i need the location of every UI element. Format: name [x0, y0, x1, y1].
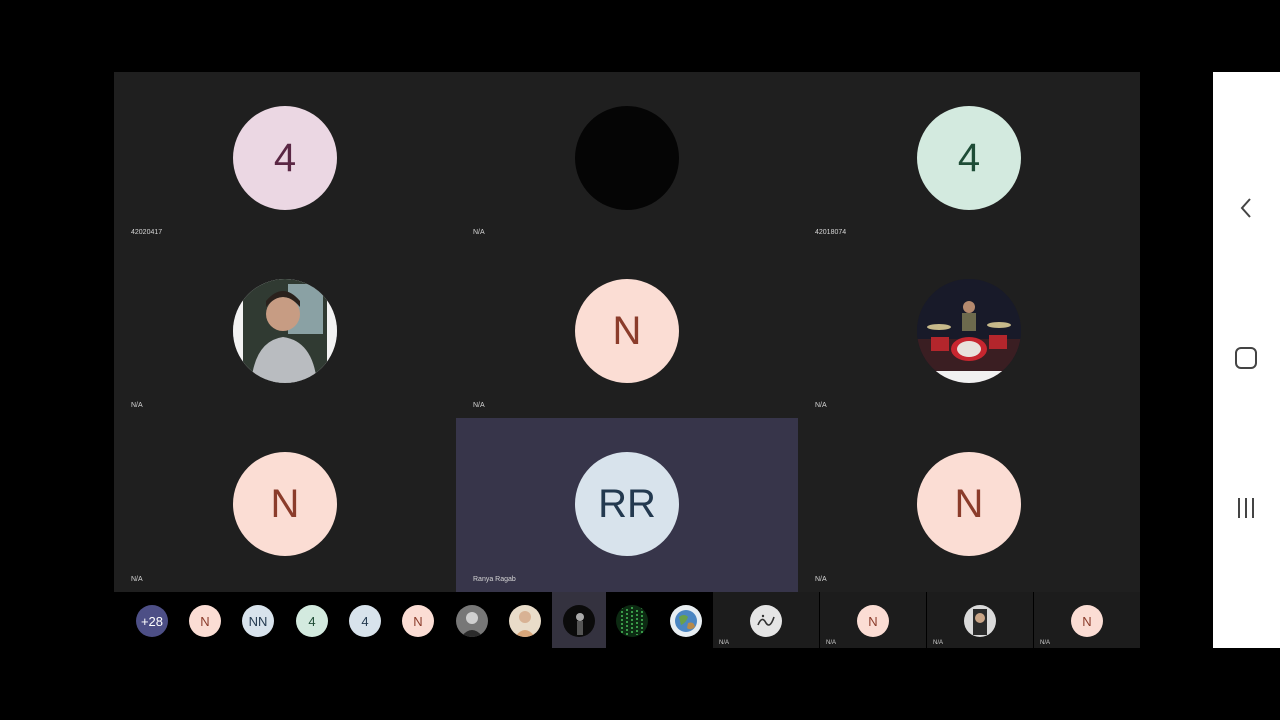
strip-avatar: N: [1071, 605, 1103, 637]
participant-avatar-photo: [575, 106, 679, 210]
participant-name: 42020417: [131, 229, 163, 236]
participant-tile[interactable]: N N/A: [456, 245, 798, 418]
participant-strip: +28 N NN 4 4 N N/A N N/A N/A N N/A: [114, 592, 1140, 648]
participant-name: 42018074: [815, 229, 847, 236]
participant-grid: 4 42020417 N/A 4 42018074 N/A N N/A N/A …: [114, 72, 1140, 592]
strip-participant-tile[interactable]: N N/A: [1034, 592, 1140, 648]
participant-name: N/A: [473, 402, 485, 409]
person-photo-icon: [973, 609, 987, 635]
strip-participant-name: N/A: [719, 640, 730, 646]
strip-participant-tile[interactable]: N N/A: [820, 592, 926, 648]
strip-participant-tile[interactable]: N/A: [713, 592, 819, 648]
participant-name: N/A: [131, 402, 143, 409]
android-navigation-bar: [1213, 72, 1280, 648]
person-photo-icon: [233, 279, 337, 383]
participant-name: N/A: [131, 576, 143, 583]
strip-participant-name: N/A: [933, 640, 944, 646]
participant-name: N/A: [815, 576, 827, 583]
globe-photo-icon: [675, 610, 697, 632]
strip-avatar: N: [857, 605, 889, 637]
more-participants-button[interactable]: +28: [136, 605, 168, 637]
strip-avatar-photo[interactable]: [616, 605, 648, 637]
strip-avatar[interactable]: 4: [296, 605, 328, 637]
participant-avatar-photo: [917, 279, 1021, 383]
recents-icon[interactable]: [1231, 493, 1261, 523]
strip-avatar-photo[interactable]: [456, 605, 488, 637]
strip-participant-name: N/A: [826, 640, 837, 646]
person-photo-icon: [461, 612, 483, 637]
participant-avatar: RR: [575, 452, 679, 556]
participant-name: N/A: [473, 229, 485, 236]
participant-avatar: N: [233, 452, 337, 556]
active-speaker-tile[interactable]: RR Ranya Ragab: [456, 418, 798, 592]
participant-tile[interactable]: N N/A: [798, 418, 1140, 592]
calligraphy-photo-icon: [757, 614, 775, 626]
participant-tile[interactable]: N N/A: [114, 418, 456, 592]
strip-avatar[interactable]: N: [189, 605, 221, 637]
participant-avatar: N: [575, 279, 679, 383]
strip-avatar-photo: [964, 605, 996, 637]
home-icon[interactable]: [1231, 343, 1261, 373]
participant-avatar-photo: [233, 279, 337, 383]
matrix-photo-icon: [621, 607, 643, 635]
strip-participant-tile[interactable]: N/A: [927, 592, 1033, 648]
participant-avatar: 4: [233, 106, 337, 210]
strip-avatar-photo[interactable]: [509, 605, 541, 637]
strip-avatar[interactable]: NN: [242, 605, 274, 637]
participant-tile[interactable]: N/A: [114, 245, 456, 418]
participant-avatar: 4: [917, 106, 1021, 210]
strip-avatar-photo: [750, 605, 782, 637]
strip-avatar[interactable]: 4: [349, 605, 381, 637]
strip-avatar-photo[interactable]: [563, 605, 595, 637]
participant-tile[interactable]: 4 42018074: [798, 72, 1140, 245]
strip-avatar-photo[interactable]: [670, 605, 702, 637]
strip-avatar[interactable]: N: [402, 605, 434, 637]
participant-tile[interactable]: N/A: [456, 72, 798, 245]
participant-avatar: N: [917, 452, 1021, 556]
person-photo-icon: [515, 611, 535, 637]
participant-name: Ranya Ragab: [473, 576, 516, 583]
drums-photo-icon: [917, 279, 1021, 383]
back-icon[interactable]: [1231, 193, 1261, 223]
participant-name: N/A: [815, 402, 827, 409]
participant-tile[interactable]: N/A: [798, 245, 1140, 418]
strip-participant-name: N/A: [1040, 640, 1051, 646]
participant-tile[interactable]: 4 42020417: [114, 72, 456, 245]
person-photo-icon: [576, 613, 584, 635]
